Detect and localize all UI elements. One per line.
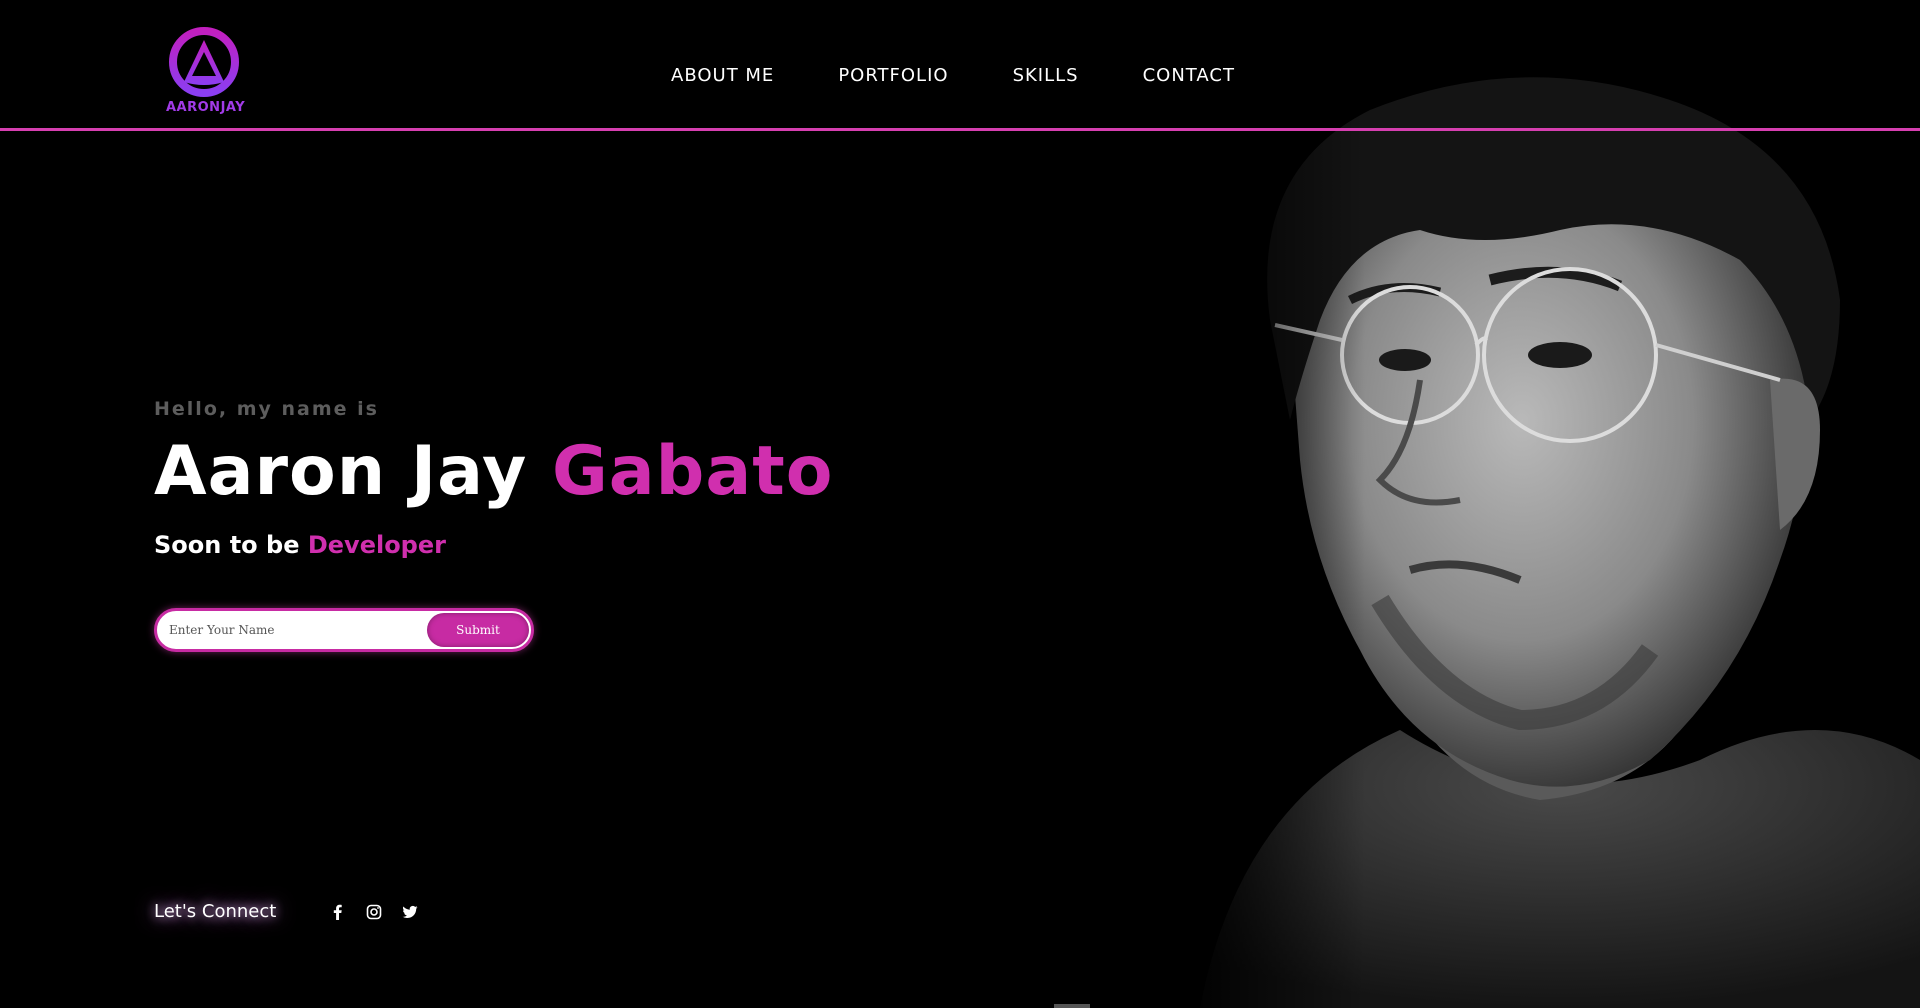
logo-mark-icon bbox=[169, 27, 239, 97]
nav-portfolio[interactable]: PORTFOLIO bbox=[838, 64, 948, 88]
hero-name-last: Gabato bbox=[551, 432, 834, 511]
name-form: Submit bbox=[154, 608, 534, 652]
hero-tagline: Soon to be Developer bbox=[154, 530, 874, 560]
greeting-text: Hello, my name is bbox=[154, 398, 379, 420]
nav-skills[interactable]: SKILLS bbox=[1013, 64, 1079, 88]
facebook-icon[interactable] bbox=[330, 904, 346, 920]
name-input[interactable] bbox=[169, 619, 409, 641]
tagline-accent: Developer bbox=[307, 531, 446, 559]
scroll-indicator bbox=[1054, 1004, 1090, 1008]
instagram-icon[interactable] bbox=[366, 904, 382, 920]
nav-about-me[interactable]: ABOUT ME bbox=[671, 64, 774, 88]
main-nav: ABOUT ME PORTFOLIO SKILLS CONTACT bbox=[671, 64, 1235, 88]
logo-text: AARONJAY bbox=[166, 100, 246, 115]
submit-button[interactable]: Submit bbox=[427, 613, 529, 647]
tagline-prefix: Soon to be bbox=[154, 531, 300, 559]
twitter-icon[interactable] bbox=[402, 904, 418, 920]
hero-name: Aaron Jay Gabato bbox=[154, 432, 874, 512]
site-header: AARONJAY ABOUT ME PORTFOLIO SKILLS CONTA… bbox=[0, 0, 1920, 131]
hero-name-first: Aaron Jay bbox=[154, 432, 528, 511]
hero-section: Hello, my name is Aaron Jay Gabato Soon … bbox=[154, 396, 874, 560]
social-links bbox=[330, 904, 418, 920]
lets-connect-label: Let's Connect bbox=[154, 901, 277, 922]
landing-page: AARONJAY ABOUT ME PORTFOLIO SKILLS CONTA… bbox=[0, 0, 1920, 1008]
nav-contact[interactable]: CONTACT bbox=[1143, 64, 1235, 88]
brand-logo[interactable]: AARONJAY bbox=[166, 26, 246, 118]
profile-photo bbox=[1180, 0, 1920, 1008]
